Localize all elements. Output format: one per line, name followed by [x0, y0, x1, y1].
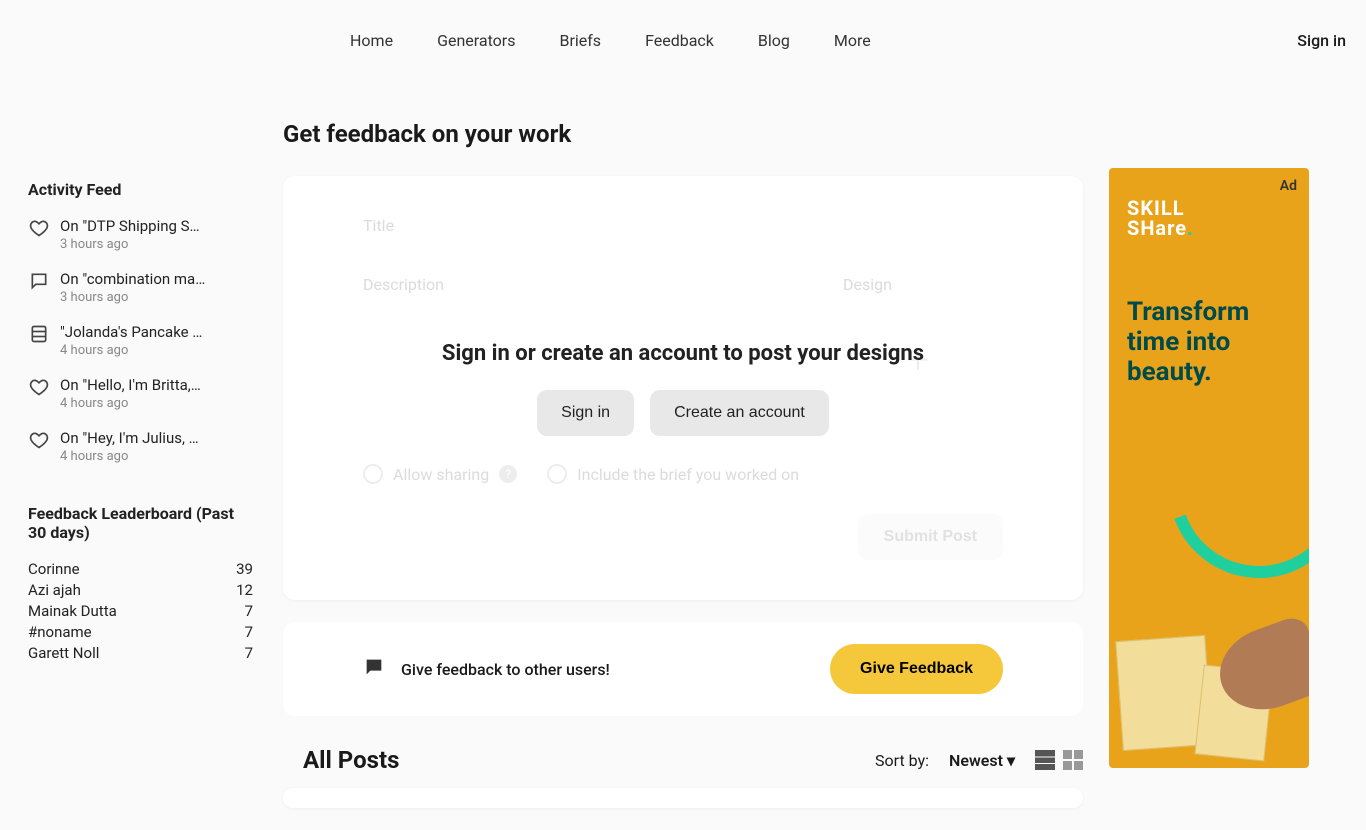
leaderboard-count: 7	[245, 623, 253, 641]
nav-briefs[interactable]: Briefs	[559, 31, 601, 50]
chat-icon	[363, 656, 385, 682]
feed-item[interactable]: On "combination ma… 3 hours ago	[28, 270, 253, 305]
leaderboard-row[interactable]: Mainak Dutta 7	[28, 602, 253, 620]
feed-item-time: 4 hours ago	[60, 449, 253, 464]
heart-icon	[28, 376, 50, 398]
heart-icon	[28, 429, 50, 451]
ad-brand: SKILLSHare.	[1127, 198, 1291, 238]
feedback-bar: Give feedback to other users! Give Feedb…	[283, 622, 1083, 716]
leaderboard-count: 7	[245, 644, 253, 662]
right-column: Ad SKILLSHare. Transform time into beaut…	[1109, 80, 1309, 830]
comment-icon	[28, 270, 50, 292]
overlay-signin-button[interactable]: Sign in	[537, 390, 634, 436]
feed-item-time: 3 hours ago	[60, 290, 253, 305]
post-card[interactable]	[283, 788, 1083, 808]
overlay-create-account-button[interactable]: Create an account	[650, 390, 829, 436]
leaderboard-name: #noname	[28, 623, 92, 641]
overlay-heading: Sign in or create an account to post you…	[442, 341, 924, 366]
feed-item[interactable]: On "DTP Shipping S… 3 hours ago	[28, 217, 253, 252]
feed-item-title: "Jolanda's Pancake …	[60, 323, 253, 341]
leaderboard-count: 7	[245, 602, 253, 620]
activity-feed-title: Activity Feed	[28, 180, 253, 199]
feed-item[interactable]: "Jolanda's Pancake … 4 hours ago	[28, 323, 253, 358]
feed-item-title: On "Hey, I'm Julius, …	[60, 429, 253, 447]
leaderboard-name: Garett Noll	[28, 644, 99, 662]
nav-more[interactable]: More	[834, 31, 871, 50]
list-view-icon[interactable]	[1035, 750, 1055, 770]
feed-item[interactable]: On "Hello, I'm Britta,… 4 hours ago	[28, 376, 253, 411]
leaderboard-title: Feedback Leaderboard (Past 30 days)	[28, 504, 253, 542]
leaderboard-count: 12	[236, 581, 253, 599]
feed-item-time: 4 hours ago	[60, 343, 253, 358]
signin-overlay: Sign in or create an account to post you…	[283, 176, 1083, 600]
ad-tagline: Transform time into beauty.	[1127, 298, 1291, 388]
chevron-down-icon: ▾	[1007, 751, 1015, 770]
sidebar: Activity Feed On "DTP Shipping S… 3 hours…	[28, 80, 253, 830]
feed-item-title: On "combination ma…	[60, 270, 253, 288]
heart-icon	[28, 217, 50, 239]
nav-generators[interactable]: Generators	[437, 31, 515, 50]
nav-home[interactable]: Home	[350, 31, 393, 50]
nav-links: Home Generators Briefs Feedback Blog Mor…	[350, 31, 871, 50]
page-title: Get feedback on your work	[283, 120, 1083, 148]
leaderboard-name: Mainak Dutta	[28, 602, 117, 620]
leaderboard-row[interactable]: Corinne 39	[28, 560, 253, 578]
ad-banner[interactable]: Ad SKILLSHare. Transform time into beaut…	[1109, 168, 1309, 768]
brief-icon	[28, 323, 50, 345]
leaderboard-name: Corinne	[28, 560, 80, 578]
sort-label: Sort by:	[875, 751, 929, 770]
all-posts-heading: All Posts	[303, 746, 399, 774]
nav-blog[interactable]: Blog	[758, 31, 790, 50]
leaderboard-count: 39	[236, 560, 253, 578]
ad-tag: Ad	[1280, 178, 1297, 194]
leaderboard-row[interactable]: Garett Noll 7	[28, 644, 253, 662]
post-form-card: Title Description Design + Allow sharing…	[283, 176, 1083, 600]
nav-feedback[interactable]: Feedback	[645, 31, 714, 50]
feed-item[interactable]: On "Hey, I'm Julius, … 4 hours ago	[28, 429, 253, 464]
main-content: Get feedback on your work Title Descript…	[283, 80, 1083, 830]
posts-header: All Posts Sort by: Newest▾	[283, 746, 1083, 774]
sort-select[interactable]: Newest▾	[949, 751, 1015, 770]
grid-view-icon[interactable]	[1063, 750, 1083, 770]
feed-item-title: On "Hello, I'm Britta,…	[60, 376, 253, 394]
leaderboard-row[interactable]: #noname 7	[28, 623, 253, 641]
leaderboard-row[interactable]: Azi ajah 12	[28, 581, 253, 599]
top-nav: Home Generators Briefs Feedback Blog Mor…	[0, 0, 1366, 80]
give-feedback-button[interactable]: Give Feedback	[830, 644, 1003, 694]
leaderboard-name: Azi ajah	[28, 581, 81, 599]
feed-item-title: On "DTP Shipping S…	[60, 217, 253, 235]
leaderboard: Feedback Leaderboard (Past 30 days) Cori…	[28, 504, 253, 662]
feed-item-time: 4 hours ago	[60, 396, 253, 411]
signin-link[interactable]: Sign in	[1297, 31, 1346, 50]
feedback-bar-text: Give feedback to other users!	[401, 660, 610, 679]
feed-item-time: 3 hours ago	[60, 237, 253, 252]
